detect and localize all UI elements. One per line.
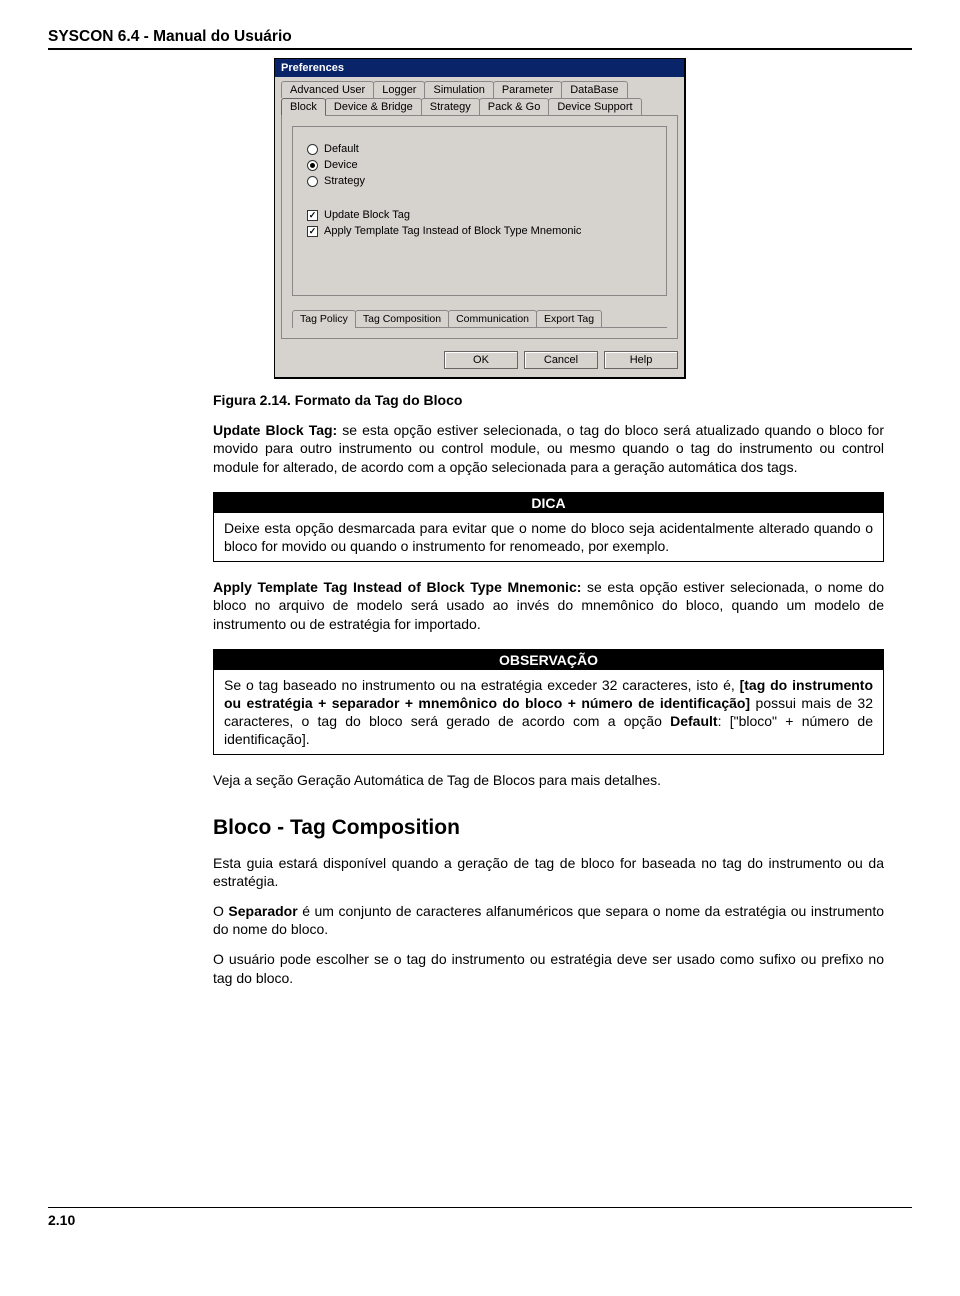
term-update-block-tag: Update Block Tag: <box>213 422 337 438</box>
section2-p3: O usuário pode escolher se o tag do inst… <box>213 950 884 986</box>
observacao-title: OBSERVAÇÃO <box>214 650 883 670</box>
dialog-titlebar: Preferences <box>275 59 684 77</box>
cancel-button[interactable]: Cancel <box>524 351 598 369</box>
section-tag-composition-title: Bloco - Tag Composition <box>213 816 884 840</box>
radio-device[interactable] <box>307 160 318 171</box>
dica-box: DICA Deixe esta opção desmarcada para ev… <box>213 492 884 562</box>
s2p2-post: é um conjunto de caracteres alfanumérico… <box>213 903 884 937</box>
inner-tab-tag-policy[interactable]: Tag Policy <box>292 310 356 327</box>
figure-caption: Figura 2.14. Formato da Tag do Bloco <box>213 391 884 409</box>
radio-strategy[interactable] <box>307 176 318 187</box>
s2p2-bold: Separador <box>228 903 297 919</box>
tag-policy-groupbox: Default Device Strategy Update Block Tag <box>292 126 667 296</box>
obs-bold2: Default <box>670 713 717 729</box>
tab-advanced-user[interactable]: Advanced User <box>281 81 374 98</box>
radio-default[interactable] <box>307 144 318 155</box>
tab-pack-go[interactable]: Pack & Go <box>479 98 550 115</box>
dialog-body: Default Device Strategy Update Block Tag <box>281 115 678 339</box>
checkbox-apply-template[interactable] <box>307 226 318 237</box>
tab-simulation[interactable]: Simulation <box>424 81 493 98</box>
help-button[interactable]: Help <box>604 351 678 369</box>
inner-tab-communication[interactable]: Communication <box>448 310 537 327</box>
tab-device-support[interactable]: Device Support <box>548 98 641 115</box>
tab-parameter[interactable]: Parameter <box>493 81 562 98</box>
radio-default-label: Default <box>324 143 359 155</box>
tab-block[interactable]: Block <box>281 98 326 115</box>
inner-tabrow: Tag Policy Tag Composition Communication… <box>292 310 667 328</box>
page-footer: 2.10 <box>48 1207 912 1228</box>
checkbox-update-block-tag[interactable] <box>307 210 318 221</box>
obs-pre: Se o tag baseado no instrumento ou na es… <box>224 677 740 693</box>
tabrow-upper: Advanced User Logger Simulation Paramete… <box>275 77 684 98</box>
inner-tab-tag-composition[interactable]: Tag Composition <box>355 310 449 327</box>
checkbox-update-block-tag-label: Update Block Tag <box>324 209 410 221</box>
section2-p2: O Separador é um conjunto de caracteres … <box>213 902 884 938</box>
paragraph-update-block-tag: Update Block Tag: se esta opção estiver … <box>213 421 884 476</box>
checkbox-apply-template-label: Apply Template Tag Instead of Block Type… <box>324 225 581 237</box>
ok-button[interactable]: OK <box>444 351 518 369</box>
tabrow-lower: Block Device & Bridge Strategy Pack & Go… <box>275 98 684 115</box>
page-number: 2.10 <box>48 1212 75 1228</box>
observacao-body: Se o tag baseado no instrumento ou na es… <box>214 670 883 755</box>
dica-title: DICA <box>214 493 883 513</box>
inner-tab-export-tag[interactable]: Export Tag <box>536 310 602 327</box>
tab-database[interactable]: DataBase <box>561 81 627 98</box>
see-more: Veja a seção Geração Automática de Tag d… <box>213 771 884 789</box>
dialog-button-row: OK Cancel Help <box>275 345 684 377</box>
tab-logger[interactable]: Logger <box>373 81 425 98</box>
section2-p1: Esta guia estará disponível quando a ger… <box>213 854 884 890</box>
dica-body: Deixe esta opção desmarcada para evitar … <box>214 513 883 561</box>
s2p2-pre: O <box>213 903 228 919</box>
tab-device-bridge[interactable]: Device & Bridge <box>325 98 422 115</box>
tab-strategy[interactable]: Strategy <box>421 98 480 115</box>
observacao-box: OBSERVAÇÃO Se o tag baseado no instrumen… <box>213 649 884 756</box>
radio-strategy-label: Strategy <box>324 175 365 187</box>
figure-wrap: Preferences Advanced User Logger Simulat… <box>48 58 912 379</box>
paragraph-apply-template: Apply Template Tag Instead of Block Type… <box>213 578 884 633</box>
document-header: SYSCON 6.4 - Manual do Usuário <box>48 28 912 50</box>
radio-device-label: Device <box>324 159 358 171</box>
preferences-dialog: Preferences Advanced User Logger Simulat… <box>274 58 686 379</box>
content-area: Figura 2.14. Formato da Tag do Bloco Upd… <box>213 391 884 987</box>
term-apply-template: Apply Template Tag Instead of Block Type… <box>213 579 581 595</box>
